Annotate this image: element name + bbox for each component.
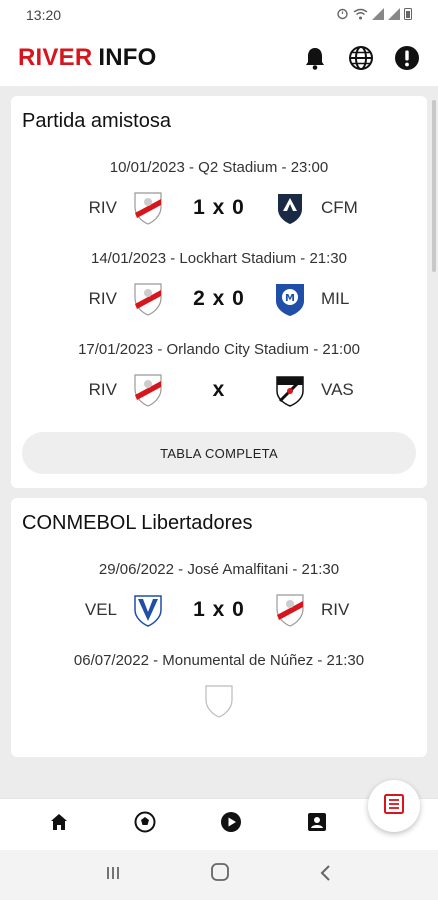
river-plate-crest-icon bbox=[131, 190, 165, 226]
match-score: x bbox=[212, 378, 226, 401]
away-team-code: CFM bbox=[321, 198, 358, 217]
match-meta: 29/06/2022 - José Amalfitani - 21:30 bbox=[98, 561, 340, 578]
signal-icon bbox=[372, 7, 384, 23]
match-meta: 17/01/2023 - Orlando City Stadium - 21:0… bbox=[78, 341, 360, 358]
section-card-libertadores: CONMEBOL Libertadores 29/06/2022 - José … bbox=[11, 498, 427, 757]
app-actions bbox=[302, 45, 420, 71]
nav-profile[interactable] bbox=[274, 812, 360, 837]
signal-icon-2 bbox=[388, 7, 400, 23]
match-row: RIV 1 x 0 CFM bbox=[22, 188, 416, 228]
profile-card-icon bbox=[307, 812, 327, 837]
match-row bbox=[22, 681, 416, 721]
app-title: RIVER INFO bbox=[18, 44, 157, 72]
millonarios-crest-icon: M bbox=[273, 281, 307, 317]
match-item[interactable]: 06/07/2022 - Monumental de Núñez - 21:30 bbox=[22, 652, 416, 721]
play-icon bbox=[220, 811, 242, 838]
status-icons bbox=[336, 7, 412, 23]
table-fab-button[interactable] bbox=[368, 780, 420, 832]
recent-apps-icon[interactable] bbox=[104, 862, 122, 888]
alarm-icon bbox=[336, 7, 349, 23]
match-row: RIV 2 x 0 M MIL bbox=[22, 279, 416, 319]
match-score: 1 x 0 bbox=[193, 598, 245, 621]
velez-crest-icon bbox=[131, 592, 165, 628]
monterrey-crest-icon bbox=[273, 190, 307, 226]
system-nav-bar bbox=[0, 850, 438, 900]
river-plate-crest-icon bbox=[273, 592, 307, 628]
match-meta: 14/01/2023 - Lockhart Stadium - 21:30 bbox=[91, 250, 347, 267]
status-bar: 13:20 bbox=[0, 0, 438, 30]
home-team-code: RIV bbox=[88, 289, 117, 308]
app-bar: RIVER INFO bbox=[0, 30, 438, 86]
soccer-ball-icon bbox=[134, 811, 156, 838]
match-row: RIV x VAS bbox=[22, 370, 416, 410]
match-score: 2 x 0 bbox=[193, 287, 245, 310]
match-score: 1 x 0 bbox=[193, 196, 245, 219]
wifi-icon bbox=[353, 8, 368, 23]
home-button-icon[interactable] bbox=[210, 862, 230, 888]
section-card-friendly: Partida amistosa 10/01/2023 - Q2 Stadium… bbox=[11, 96, 427, 488]
match-row: VEL 1 x 0 RIV bbox=[22, 590, 416, 630]
section-title: CONMEBOL Libertadores bbox=[22, 512, 253, 534]
content-scroll[interactable]: Partida amistosa 10/01/2023 - Q2 Stadium… bbox=[0, 86, 438, 774]
match-item[interactable]: 17/01/2023 - Orlando City Stadium - 21:0… bbox=[22, 341, 416, 410]
away-team-code: VAS bbox=[321, 380, 354, 399]
river-plate-crest-icon bbox=[131, 281, 165, 317]
section-title: Partida amistosa bbox=[22, 110, 171, 132]
match-meta: 06/07/2022 - Monumental de Núñez - 21:30 bbox=[73, 652, 365, 669]
app-title-info: INFO bbox=[98, 44, 157, 71]
away-team-code: MIL bbox=[321, 289, 350, 308]
crest-icon bbox=[202, 683, 236, 719]
match-item[interactable]: 10/01/2023 - Q2 Stadium - 23:00 RIV 1 x … bbox=[22, 159, 416, 228]
full-table-button[interactable]: TABLA COMPLETA bbox=[22, 432, 416, 474]
svg-text:M: M bbox=[285, 293, 295, 304]
bell-icon[interactable] bbox=[302, 45, 328, 71]
info-icon[interactable] bbox=[394, 45, 420, 71]
home-team-code: RIV bbox=[88, 198, 117, 217]
back-icon[interactable] bbox=[318, 862, 334, 888]
globe-icon[interactable] bbox=[348, 45, 374, 71]
match-meta: 10/01/2023 - Q2 Stadium - 23:00 bbox=[109, 159, 329, 176]
app-title-river: RIVER bbox=[18, 44, 93, 71]
scrollbar[interactable] bbox=[432, 100, 436, 272]
away-team-code: RIV bbox=[321, 600, 350, 619]
vasco-crest-icon bbox=[273, 372, 307, 408]
home-icon bbox=[49, 812, 69, 837]
match-item[interactable]: 29/06/2022 - José Amalfitani - 21:30 VEL… bbox=[22, 561, 416, 630]
home-team-code: RIV bbox=[88, 380, 117, 399]
status-time: 13:20 bbox=[26, 7, 62, 23]
table-icon bbox=[383, 793, 405, 820]
nav-videos[interactable] bbox=[188, 811, 274, 838]
river-plate-crest-icon bbox=[131, 372, 165, 408]
match-item[interactable]: 14/01/2023 - Lockhart Stadium - 21:30 RI… bbox=[22, 250, 416, 319]
home-team-code: VEL bbox=[84, 600, 117, 619]
nav-home[interactable] bbox=[16, 812, 102, 837]
nav-matches[interactable] bbox=[102, 811, 188, 838]
battery-icon bbox=[404, 7, 412, 23]
